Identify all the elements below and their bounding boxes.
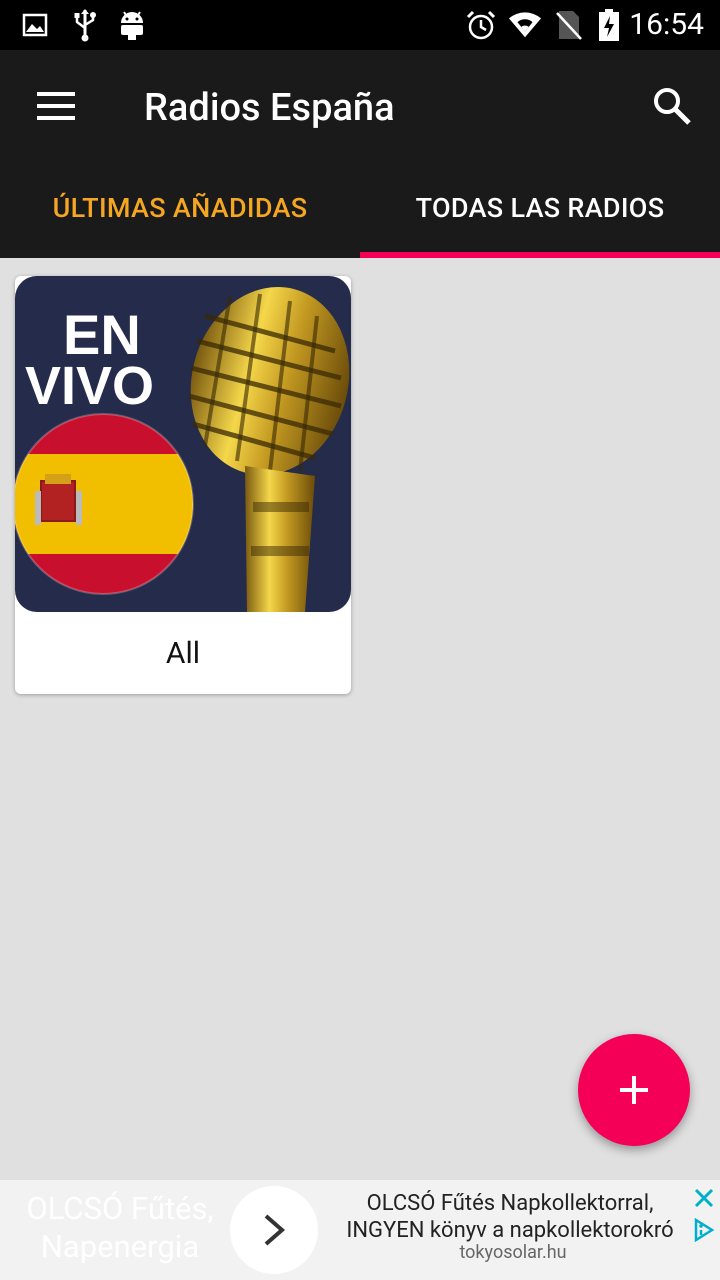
battery-charging-icon (592, 8, 626, 42)
radio-grid: EN VIVO All (0, 258, 720, 1180)
search-icon (654, 88, 691, 125)
tab-label: TODAS LAS RADIOS (415, 192, 665, 224)
status-bar: 16:54 (0, 0, 720, 50)
status-time: 16:54 (629, 7, 704, 42)
vivo-text: VIVO (25, 356, 154, 416)
category-label: All (165, 635, 201, 671)
ad-headline[interactable]: OLCSÓ Fűtés Napkollektorral, INGYEN könyv… (330, 1190, 690, 1244)
tab-bar: ÚLTIMAS AÑADIDAS TODAS LAS RADIOS (0, 158, 720, 258)
page-title: Radios España (144, 86, 395, 130)
category-image: EN VIVO (15, 276, 351, 612)
ad-arrow-button[interactable] (230, 1186, 318, 1274)
image-icon (18, 8, 52, 42)
tab-all-radios[interactable]: TODAS LAS RADIOS (360, 158, 720, 258)
chevron-right-icon (264, 1214, 286, 1246)
no-sim-icon (552, 8, 586, 42)
search-button[interactable] (642, 76, 702, 136)
ad-banner[interactable]: OLCSÓ Fűtés, Napenergia OLCSÓ Fűtés Napko… (0, 1180, 720, 1280)
wifi-icon (508, 8, 542, 42)
ad-domain: tokyosolar.hu (459, 1242, 567, 1263)
android-icon (115, 8, 149, 42)
add-radio-fab[interactable] (578, 1034, 690, 1146)
ad-close-button[interactable] (690, 1184, 718, 1212)
usb-icon (68, 8, 102, 42)
menu-button[interactable] (20, 74, 92, 138)
adchoices-button[interactable] (690, 1216, 718, 1244)
hamburger-menu-icon (37, 92, 75, 120)
plus-icon (620, 1076, 648, 1104)
adchoices-icon (694, 1218, 715, 1242)
ad-left-text: OLCSÓ Fűtés, Napenergia (26, 1190, 214, 1265)
tab-label: ÚLTIMAS AÑADIDAS (52, 192, 308, 224)
close-icon (694, 1188, 714, 1208)
category-card-all[interactable]: EN VIVO All (15, 276, 351, 694)
tab-latest-added[interactable]: ÚLTIMAS AÑADIDAS (0, 158, 360, 258)
app-bar: Radios España ÚLTIMAS AÑADIDAS TODAS LAS… (0, 50, 720, 258)
alarm-icon (464, 8, 498, 42)
